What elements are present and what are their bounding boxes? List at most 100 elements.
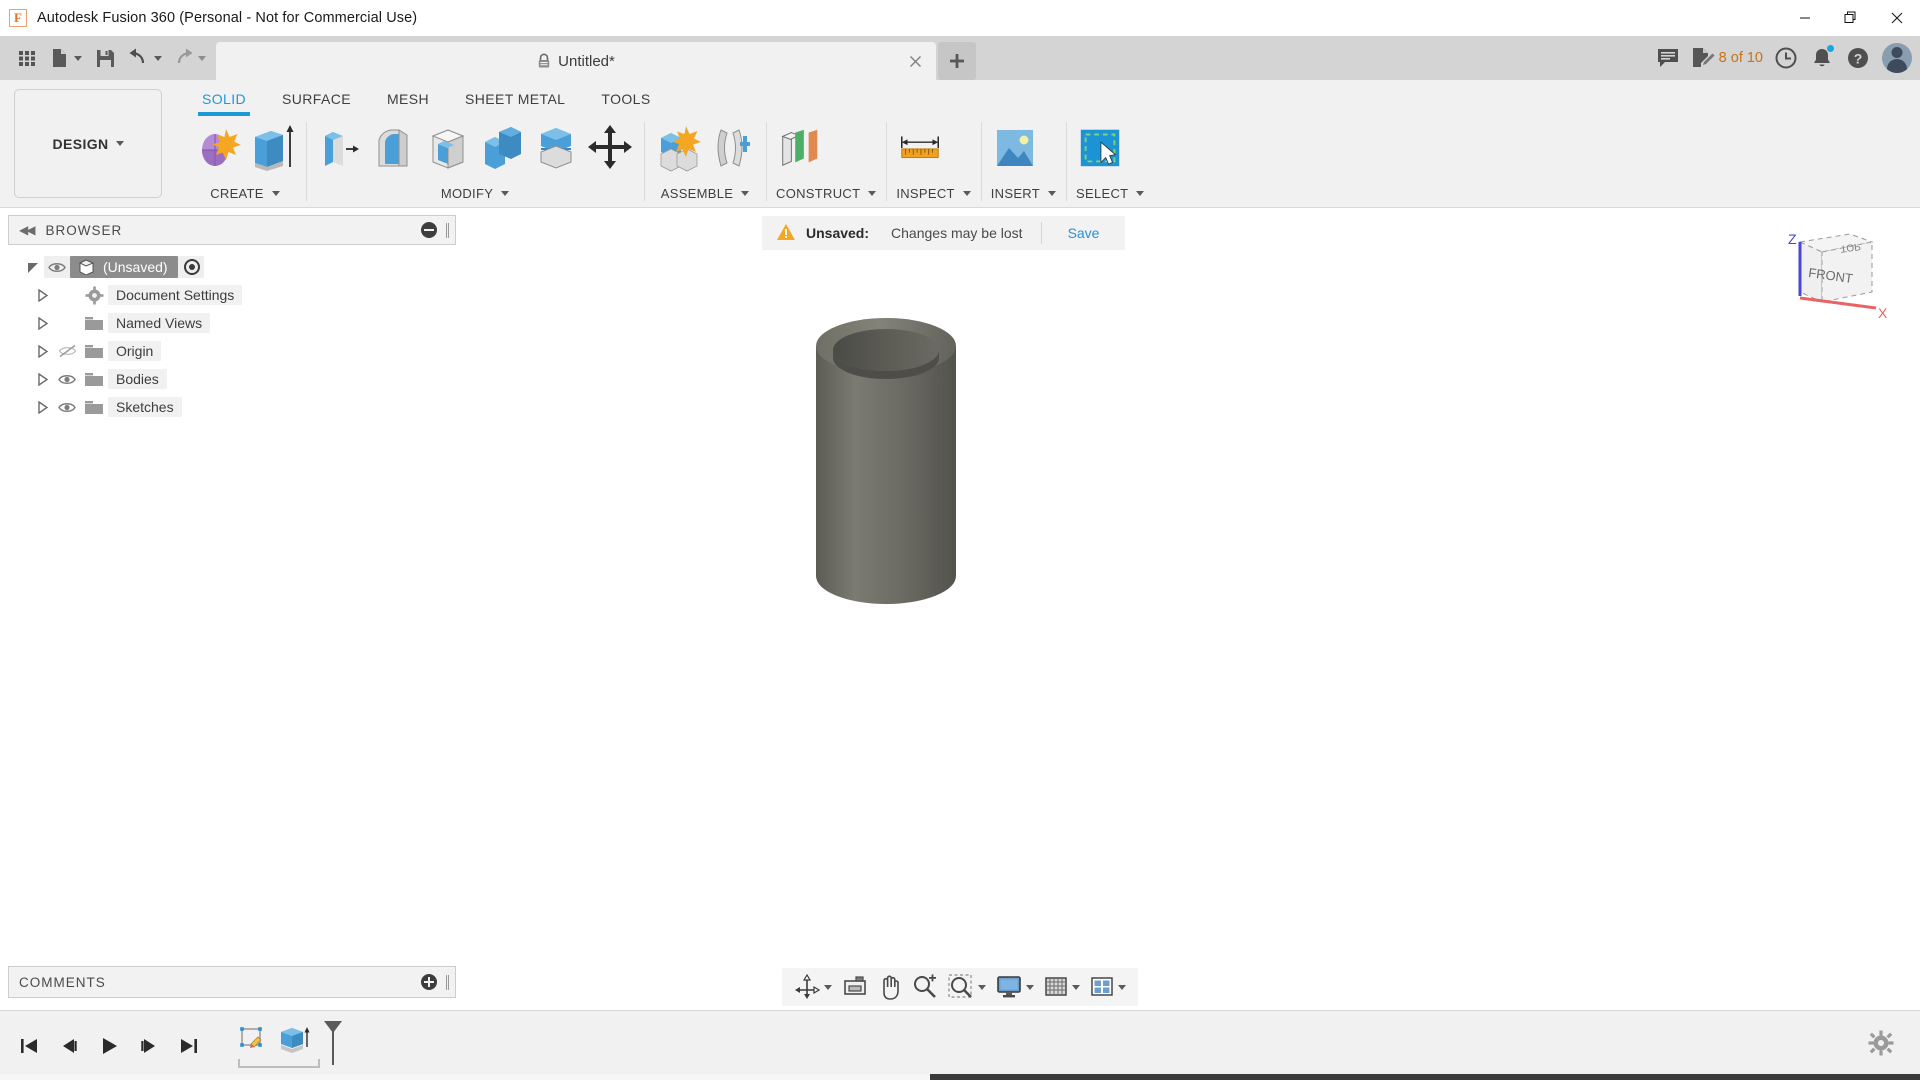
- tab-mesh[interactable]: MESH: [369, 84, 447, 114]
- pan-icon[interactable]: [874, 971, 906, 1003]
- tab-surface[interactable]: SURFACE: [264, 84, 369, 114]
- recent-files-clock-icon[interactable]: [1769, 39, 1803, 77]
- look-at-icon[interactable]: [838, 971, 872, 1003]
- expander-closed-icon[interactable]: [32, 317, 54, 330]
- browser-panel: ◀◀ BROWSER: [8, 215, 456, 421]
- visibility-eye-icon[interactable]: [44, 261, 70, 274]
- tree-item-document-settings[interactable]: Document Settings: [8, 281, 456, 309]
- scrollbar-track[interactable]: [930, 1074, 1920, 1080]
- ribbon-main: SOLID SURFACE MESH SHEET METAL TOOLS: [162, 80, 1920, 207]
- select-window-icon[interactable]: [1076, 120, 1124, 174]
- timeline-playhead[interactable]: [322, 1019, 344, 1072]
- measure-icon[interactable]: [896, 120, 944, 174]
- activate-component-radio[interactable]: [184, 259, 200, 275]
- workspace-switcher[interactable]: DESIGN: [14, 89, 162, 198]
- undo-button[interactable]: [124, 41, 166, 75]
- tab-tools[interactable]: TOOLS: [583, 84, 668, 114]
- comments-icon[interactable]: [1651, 39, 1685, 77]
- panel-modify-label[interactable]: MODIFY: [316, 183, 634, 203]
- new-document-tab-button[interactable]: [938, 42, 976, 80]
- orbit-icon[interactable]: [790, 971, 836, 1003]
- zoom-icon[interactable]: [908, 971, 942, 1003]
- skip-to-end-icon[interactable]: [176, 1033, 202, 1059]
- maximize-button[interactable]: [1828, 0, 1874, 36]
- panel-label-text: SELECT: [1076, 186, 1128, 201]
- visibility-eye-icon[interactable]: [54, 401, 80, 414]
- bottom-scrollbar[interactable]: [0, 1074, 1920, 1080]
- skip-to-beginning-icon[interactable]: [16, 1033, 42, 1059]
- panel-label-text: INSPECT: [896, 186, 954, 201]
- move-copy-icon[interactable]: [586, 120, 634, 174]
- expander-open-icon[interactable]: [22, 261, 44, 274]
- step-forward-icon[interactable]: [136, 1033, 162, 1059]
- visibility-eye-icon[interactable]: [54, 373, 80, 386]
- notifications-bell-icon[interactable]: [1805, 39, 1839, 77]
- add-comment-icon[interactable]: [421, 974, 437, 990]
- grid-snaps-icon[interactable]: [1040, 971, 1084, 1003]
- close-button[interactable]: [1874, 0, 1920, 36]
- combine-icon[interactable]: [478, 120, 526, 174]
- minimize-button[interactable]: [1782, 0, 1828, 36]
- shell-icon[interactable]: [424, 120, 472, 174]
- step-back-icon[interactable]: [56, 1033, 82, 1059]
- extrude-icon[interactable]: [248, 120, 296, 174]
- expander-closed-icon[interactable]: [32, 345, 54, 358]
- panel-inspect-label[interactable]: INSPECT: [896, 183, 970, 203]
- panel-create-label[interactable]: CREATE: [194, 183, 296, 203]
- scrollbar-thumb[interactable]: [0, 1074, 930, 1080]
- collapse-panel-icon[interactable]: ◀◀: [19, 223, 33, 237]
- insert-image-icon[interactable]: [991, 120, 1039, 174]
- new-component-icon[interactable]: [654, 120, 702, 174]
- comments-panel[interactable]: COMMENTS: [8, 966, 456, 998]
- expander-closed-icon[interactable]: [32, 289, 54, 302]
- panel-resize-grip[interactable]: [446, 975, 449, 990]
- model-hollow-cylinder[interactable]: [806, 308, 966, 643]
- extrude-feature-icon[interactable]: [274, 1019, 314, 1059]
- panel-resize-grip[interactable]: [446, 223, 449, 238]
- job-status-button[interactable]: 8 of 10: [1687, 39, 1767, 77]
- logo-letter: F: [9, 9, 27, 27]
- panel-select-label[interactable]: SELECT: [1076, 183, 1144, 203]
- chevron-down-icon: [272, 191, 280, 196]
- tab-sheet-metal[interactable]: SHEET METAL: [447, 84, 583, 114]
- workspace-label: DESIGN: [52, 136, 108, 152]
- redo-button[interactable]: [168, 41, 210, 75]
- user-avatar[interactable]: [1882, 43, 1912, 73]
- expander-closed-icon[interactable]: [32, 401, 54, 414]
- press-pull-icon[interactable]: [316, 120, 364, 174]
- help-icon[interactable]: ?: [1841, 39, 1875, 77]
- tree-label-text: Named Views: [108, 313, 210, 333]
- 3d-canvas[interactable]: TOP FRONT Z X Unsav: [0, 208, 1920, 1080]
- create-sketch-icon[interactable]: [194, 120, 242, 174]
- document-tab-close-icon[interactable]: [906, 52, 924, 70]
- expander-closed-icon[interactable]: [32, 373, 54, 386]
- tab-solid[interactable]: SOLID: [184, 84, 264, 114]
- banner-save-link[interactable]: Save: [1068, 225, 1100, 241]
- panel-assemble-label[interactable]: ASSEMBLE: [654, 183, 756, 203]
- display-settings-icon[interactable]: [992, 971, 1038, 1003]
- construct-plane-icon[interactable]: [776, 120, 824, 174]
- tree-item-unsaved[interactable]: (Unsaved): [8, 253, 456, 281]
- save-button[interactable]: [88, 41, 122, 75]
- view-cube[interactable]: TOP FRONT Z X: [1772, 220, 1892, 325]
- tree-label-text: Bodies: [108, 369, 167, 389]
- viewports-icon[interactable]: [1086, 971, 1130, 1003]
- data-panel-grid-icon[interactable]: [10, 41, 44, 75]
- fillet-icon[interactable]: [370, 120, 418, 174]
- play-icon[interactable]: [96, 1033, 122, 1059]
- panel-construct-label[interactable]: CONSTRUCT: [776, 183, 876, 203]
- settings-gear-icon[interactable]: [1868, 1030, 1894, 1061]
- document-tab[interactable]: Untitled*: [216, 42, 936, 80]
- zoom-window-icon[interactable]: [944, 971, 990, 1003]
- tree-item-origin[interactable]: Origin: [8, 337, 456, 365]
- panel-insert-label[interactable]: INSERT: [991, 183, 1056, 203]
- browser-options-icon[interactable]: [421, 222, 437, 238]
- split-face-icon[interactable]: [532, 120, 580, 174]
- visibility-hidden-eye-icon[interactable]: [54, 344, 80, 358]
- joint-icon[interactable]: [708, 120, 756, 174]
- sketch-feature-icon[interactable]: [232, 1019, 272, 1059]
- file-menu-button[interactable]: [46, 41, 86, 75]
- tree-item-named-views[interactable]: Named Views: [8, 309, 456, 337]
- tree-item-sketches[interactable]: Sketches: [8, 393, 456, 421]
- tree-item-bodies[interactable]: Bodies: [8, 365, 456, 393]
